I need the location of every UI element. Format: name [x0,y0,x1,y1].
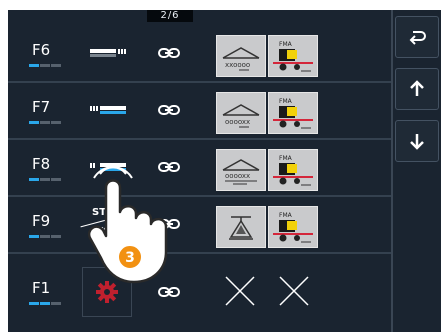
svg-text:FMA: FMA [279,212,293,219]
function-row-f8: F8 ooooxx FMA [8,141,391,197]
svg-text:FMA: FMA [279,155,293,162]
function-row-f1: F1 [8,255,391,332]
arrow-up-icon [410,80,424,96]
link-icon[interactable] [158,103,180,117]
function-status-bar [29,302,61,305]
fma-tractor-icon: FMA [273,41,313,72]
boom-nozzles-icon: xxoooo [222,47,260,71]
svg-text:FMA: FMA [279,98,293,105]
function-row-f6: F6 xxoooo FMA [8,27,391,83]
function-row-f7: F7 ooooxx FMA [8,84,391,140]
function-key-label: F9 [32,212,51,230]
link-icon[interactable] [158,285,180,299]
function-row-f9: F9 START STOP [8,198,391,254]
function-status-bar [29,235,61,238]
boom-section-icon [90,106,126,114]
scroll-down-button[interactable] [395,120,439,162]
vehicle-function-screen: 2/6 F6 xxoooo FMA F7 ooooxx FMA F8 oooox… [8,10,441,332]
function-status-bar [29,121,61,124]
empty-slot-cross-icon [225,276,255,306]
fma-tractor-tile[interactable]: FMA [268,92,318,134]
svg-text:ooooxx: ooooxx [225,172,250,180]
boom-nozzles-icon: ooooxx [222,159,260,185]
function-list: F6 xxoooo FMA F7 ooooxx FMA F8 ooooxx FM… [8,22,391,332]
fma-tractor-icon: FMA [273,155,313,186]
step-number-badge: 3 [125,250,135,266]
function-status-bar [29,64,61,67]
boom-section-icon [90,49,126,57]
page-indicator: 2/6 [147,10,193,22]
fma-tractor-tile[interactable]: FMA [268,206,318,248]
pointing-hand-icon: 3 [87,166,168,284]
function-key-label: F7 [32,98,51,116]
sprayer-boom-tile[interactable]: xxoooo [216,35,266,77]
svg-text:xxoooo: xxoooo [225,61,250,69]
arrow-down-icon [410,134,424,150]
return-arrow-icon [409,31,426,45]
right-sidebar [391,10,441,332]
function-status-bar [29,178,61,181]
sprayer-boom-tile[interactable]: ooooxx [216,92,266,134]
fma-tractor-tile[interactable]: FMA [268,35,318,77]
back-button[interactable] [395,16,439,58]
sprayer-boom-tile[interactable]: ooooxx [216,149,266,191]
scroll-up-button[interactable] [395,68,439,110]
nozzle-triangle-icon [229,216,253,240]
fma-tractor-icon: FMA [273,212,313,243]
start-stop-tile[interactable] [216,206,266,248]
fma-tractor-tile[interactable]: FMA [268,149,318,191]
svg-text:ooooxx: ooooxx [225,118,250,126]
boom-nozzles-icon: ooooxx [222,104,260,128]
fma-tractor-icon: FMA [273,98,313,129]
function-key-label: F1 [32,279,51,297]
empty-slot-cross-icon [279,276,309,306]
function-key-label: F8 [32,155,51,173]
link-icon[interactable] [158,46,180,60]
function-key-label: F6 [32,41,51,59]
svg-text:FMA: FMA [279,41,293,48]
